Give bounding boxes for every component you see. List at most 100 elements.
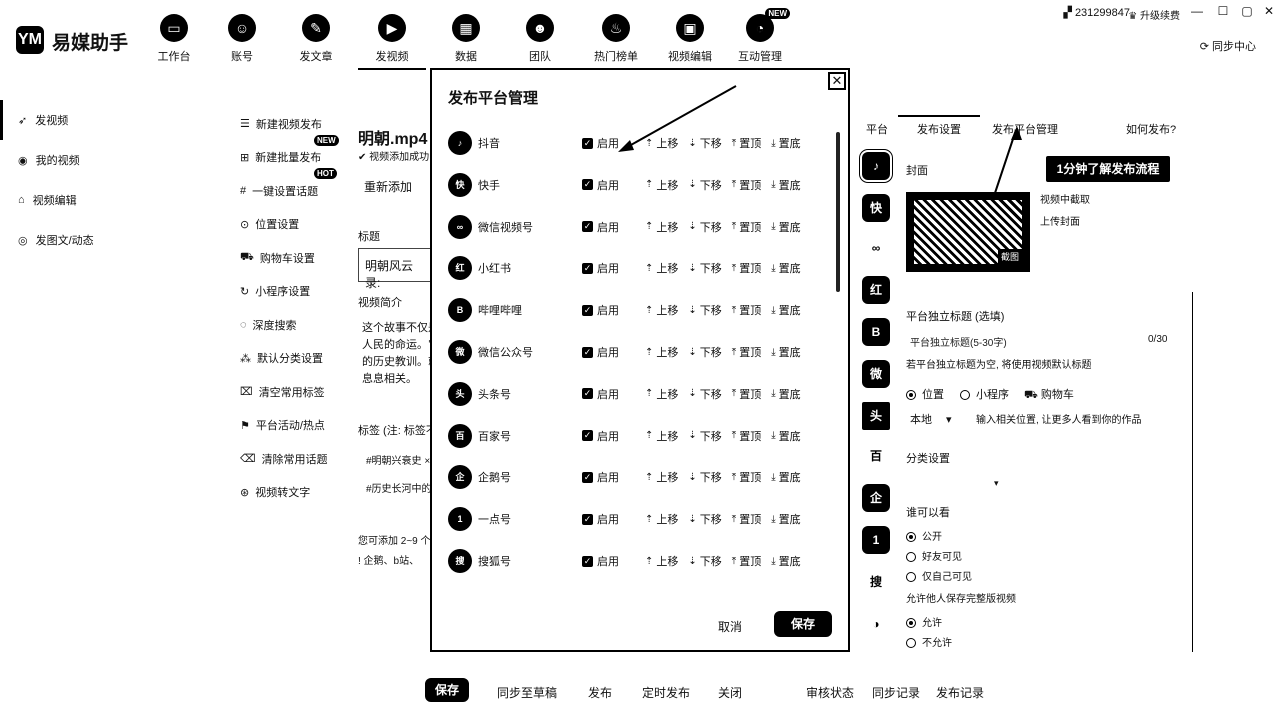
visibility-private[interactable]: 仅自己可见	[906, 568, 972, 583]
nav-video-edit[interactable]: ▣ 视频编辑	[658, 12, 722, 70]
save-button[interactable]: 保存	[774, 611, 832, 637]
platform-icon[interactable]: ◑	[862, 610, 890, 638]
description-text[interactable]: 这个故事不仅是 人民的命运。它 的历史教训。就 息息相关。	[362, 320, 432, 388]
tab-platform[interactable]: 平台	[866, 121, 888, 137]
local-select[interactable]: 本地 ▾	[910, 411, 952, 427]
visibility-friends[interactable]: 好友可见	[906, 548, 962, 563]
pin-bottom-button[interactable]: ⤓ 置底	[771, 219, 800, 235]
move-up-button[interactable]: ⇡ 上移	[645, 177, 678, 193]
enable-checkbox[interactable]: ✓	[582, 430, 593, 442]
platform-title-input[interactable]: 平台独立标题(5-30字)	[910, 334, 1007, 349]
xiaohongshu-icon[interactable]: 红	[862, 276, 890, 304]
enable-checkbox[interactable]: ✓	[582, 179, 593, 191]
subnav-activity[interactable]: ⚑ 平台活动/热点	[0, 409, 328, 443]
tab-platform-management[interactable]: 发布平台管理	[992, 121, 1058, 137]
nav-video[interactable]: ▶ 发视频	[358, 12, 426, 70]
move-up-button[interactable]: ⇡ 上移	[645, 553, 678, 569]
pin-bottom-button[interactable]: ⤓ 置底	[771, 302, 800, 318]
move-up-button[interactable]: ⇡ 上移	[645, 469, 678, 485]
nav-account[interactable]: ☺ 账号	[210, 12, 274, 70]
nav-data[interactable]: ▦ 数据	[434, 12, 498, 70]
close-button[interactable]: 关闭	[718, 684, 742, 701]
save-draft-button[interactable]: 保存	[425, 678, 469, 702]
enable-checkbox[interactable]: ✓	[582, 513, 593, 525]
wechat-official-icon[interactable]: 微	[862, 360, 890, 388]
schedule-publish-button[interactable]: 定时发布	[642, 684, 690, 701]
cancel-button[interactable]: 取消	[718, 618, 742, 635]
enable-checkbox[interactable]: ✓	[582, 388, 593, 400]
subnav-topic[interactable]: # 一键设置话题 HOT	[0, 168, 337, 208]
pin-bottom-button[interactable]: ⤓ 置底	[771, 386, 800, 402]
close-icon[interactable]: ✕	[828, 72, 846, 90]
capture-from-video-button[interactable]: 视频中截取	[1040, 191, 1090, 206]
subnav-new-video[interactable]: ☰ 新建视频发布	[0, 107, 328, 141]
cover-thumbnail[interactable]: 截图	[906, 192, 1030, 272]
move-down-button[interactable]: ⇣ 下移	[688, 428, 721, 444]
restore-icon[interactable]: ▢	[1240, 4, 1254, 18]
subnav-clear-tags[interactable]: ⌧ 清空常用标签	[0, 375, 328, 409]
move-down-button[interactable]: ⇣ 下移	[688, 302, 721, 318]
move-up-button[interactable]: ⇡ 上移	[645, 260, 678, 276]
close-window-icon[interactable]: ✕	[1262, 4, 1276, 18]
enable-checkbox[interactable]: ✓	[582, 304, 593, 316]
nav-workbench[interactable]: ▭ 工作台	[142, 12, 206, 70]
subnav-miniapp[interactable]: ↻ 小程序设置	[0, 275, 328, 309]
move-up-button[interactable]: ⇡ 上移	[645, 135, 678, 151]
nav-interaction[interactable]: ◔ 互动管理 NEW	[728, 8, 792, 70]
enable-checkbox[interactable]: ✓	[582, 221, 593, 233]
sync-log-link[interactable]: 同步记录	[872, 684, 920, 701]
subnav-cart[interactable]: ⛟ 购物车设置	[0, 241, 328, 275]
pin-bottom-button[interactable]: ⤓ 置底	[771, 135, 800, 151]
right-scrollbar[interactable]	[1192, 292, 1193, 652]
move-down-button[interactable]: ⇣ 下移	[688, 219, 721, 235]
subnav-clear-topics[interactable]: ⌫ 清除常用话题	[0, 442, 328, 476]
minimize-icon[interactable]: —	[1190, 4, 1204, 18]
upload-cover-button[interactable]: 上传封面	[1040, 213, 1080, 228]
user-id[interactable]: ▞ 231299847	[1063, 6, 1130, 19]
move-down-button[interactable]: ⇣ 下移	[688, 386, 721, 402]
tag-chip[interactable]: #明朝兴衰史 ×	[366, 452, 430, 467]
subnav-category[interactable]: ⁂ 默认分类设置	[0, 342, 328, 376]
subnav-location[interactable]: ⊙ 位置设置	[0, 208, 328, 242]
move-down-button[interactable]: ⇣ 下移	[688, 553, 721, 569]
title-input[interactable]: 明朝风云录:	[358, 248, 430, 290]
sync-center-button[interactable]: ⟳ 同步中心	[1200, 38, 1256, 54]
pin-bottom-button[interactable]: ⤓ 置底	[771, 344, 800, 360]
nav-team[interactable]: ☻ 团队	[508, 12, 572, 70]
move-down-button[interactable]: ⇣ 下移	[688, 177, 721, 193]
pin-top-button[interactable]: ⤒ 置顶	[732, 302, 761, 318]
subnav-deep-search[interactable]: ◌ 深度搜索	[0, 308, 328, 342]
move-up-button[interactable]: ⇡ 上移	[645, 302, 678, 318]
subnav-transcribe[interactable]: ⊛ 视频转文字	[0, 476, 328, 510]
how-to-publish-link[interactable]: 如何发布?	[1126, 121, 1176, 137]
move-down-button[interactable]: ⇣ 下移	[688, 260, 721, 276]
move-down-button[interactable]: ⇣ 下移	[688, 344, 721, 360]
pin-top-button[interactable]: ⤒ 置顶	[732, 219, 761, 235]
pin-bottom-button[interactable]: ⤓ 置底	[771, 260, 800, 276]
re-add-button[interactable]: 重新添加	[364, 178, 412, 195]
pin-top-button[interactable]: ⤒ 置顶	[732, 177, 761, 193]
pin-bottom-button[interactable]: ⤓ 置底	[771, 553, 800, 569]
wechat-channels-icon[interactable]: ∞	[862, 234, 890, 262]
move-up-button[interactable]: ⇡ 上移	[645, 511, 678, 527]
kuaishou-icon[interactable]: 快	[862, 194, 890, 222]
douyin-icon[interactable]: ♪	[862, 152, 890, 180]
move-down-button[interactable]: ⇣ 下移	[688, 135, 721, 151]
option-location[interactable]: 位置	[906, 386, 944, 402]
publish-log-link[interactable]: 发布记录	[936, 684, 984, 701]
nav-article[interactable]: ✎ 发文章	[284, 12, 348, 70]
pin-top-button[interactable]: ⤒ 置顶	[732, 511, 761, 527]
pin-bottom-button[interactable]: ⤓ 置底	[771, 511, 800, 527]
sohu-icon[interactable]: 搜	[862, 568, 890, 596]
allow-save-no[interactable]: 不允许	[906, 634, 952, 649]
visibility-public[interactable]: 公开	[906, 528, 942, 543]
baijiahao-icon[interactable]: 百	[862, 442, 890, 470]
pin-top-button[interactable]: ⤒ 置顶	[732, 428, 761, 444]
move-down-button[interactable]: ⇣ 下移	[688, 511, 721, 527]
upgrade-link[interactable]: ♛ 升级续费	[1128, 7, 1180, 22]
enable-checkbox[interactable]: ✓	[582, 555, 593, 567]
subnav-batch[interactable]: ⊞ 新建批量发布 NEW	[0, 134, 339, 175]
tag-chip[interactable]: #历史长河中的	[366, 480, 430, 495]
yidian-icon[interactable]: 1	[862, 526, 890, 554]
pin-top-button[interactable]: ⤒ 置顶	[732, 553, 761, 569]
